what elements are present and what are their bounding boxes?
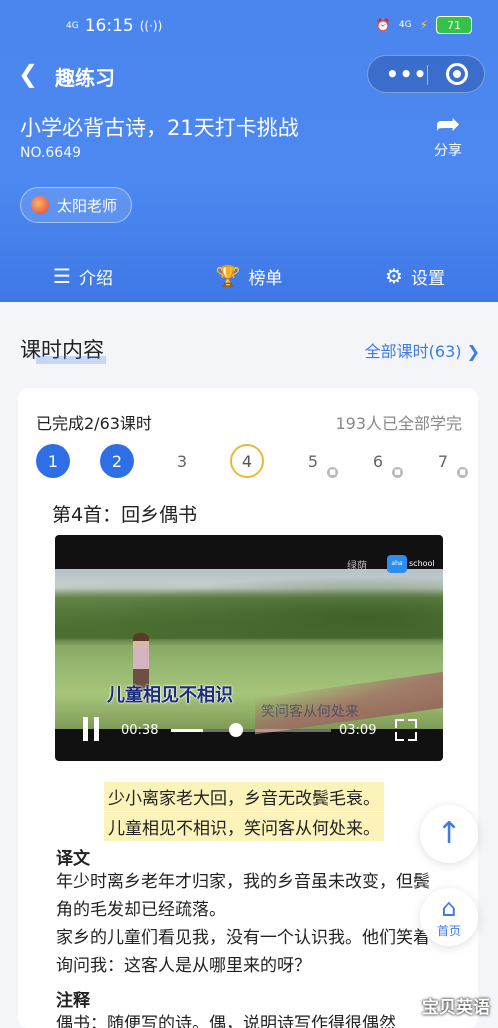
video-player[interactable]: 绿荫 aha school 儿童相见不相识 笑问客从何处来 00:38 03:0… xyxy=(55,535,443,761)
tab-intro[interactable]: ☰ 介绍 xyxy=(0,250,166,302)
avatar xyxy=(31,196,49,214)
lesson-selector: 1 2 3 4 5 ■ 6 ■ 7 ■ xyxy=(18,444,478,480)
lesson-number: 2 xyxy=(111,451,123,471)
lesson-number: 4 xyxy=(241,451,253,471)
battery-icon: 71 xyxy=(436,16,472,34)
network-indicator-right: 4G xyxy=(398,19,412,30)
home-label: 首页 xyxy=(436,924,461,938)
section-header: 课时内容 全部课时(63) ❯ xyxy=(0,330,498,370)
nav-title: 趣练习 xyxy=(55,66,115,90)
lesson-6[interactable]: 6 ■ xyxy=(361,444,403,478)
nav-bar: ❮ 趣练习 ••• xyxy=(0,52,498,98)
progress-text: 已完成2/63课时 xyxy=(36,414,152,433)
back-to-top-button[interactable]: ↑ xyxy=(420,805,478,863)
lesson-number: 5 xyxy=(307,451,319,471)
all-lessons-link[interactable]: 全部课时(63) ❯ xyxy=(365,338,480,362)
lock-icon: ■ xyxy=(457,467,468,478)
video-hills xyxy=(55,569,443,639)
teacher-chip[interactable]: 太阳老师 xyxy=(20,187,133,223)
mini-program-capsule: ••• xyxy=(367,55,485,93)
fullscreen-icon[interactable] xyxy=(395,719,417,741)
course-title: 小学必背古诗，21天打卡挑战 xyxy=(20,116,299,140)
arrow-up-icon: ↑ xyxy=(436,816,462,851)
current-time: 00:38 xyxy=(121,723,159,738)
aha-logo-icon: aha xyxy=(387,555,407,573)
tab-bar: ☰ 介绍 🏆 榜单 ⚙ 设置 xyxy=(0,250,498,302)
lesson-card: 已完成2/63课时 193人已全部学完 1 2 3 4 5 ■ 6 ■ 7 ■ 第4首：回乡偶书 … xyxy=(18,388,478,1028)
gear-icon: ⚙ xyxy=(385,264,403,288)
section-title: 课时内容 xyxy=(20,334,106,364)
video-controls: 00:38 03:09 xyxy=(55,707,443,749)
lesson-number: 1 xyxy=(47,451,59,471)
clock: 16:15 xyxy=(84,16,134,36)
home-button[interactable]: ⌂ 首页 xyxy=(420,888,478,946)
tab-leaderboard[interactable]: 🏆 榜单 xyxy=(166,250,332,302)
lock-icon: ■ xyxy=(327,467,338,478)
lock-icon: ■ xyxy=(392,467,403,478)
capsule-divider xyxy=(427,65,428,85)
lesson-number: 6 xyxy=(372,451,384,471)
translation-paragraph: 家乡的儿童们看见我，没有一个认识我。他们笑着询问我：这客人是从哪里来的呀？ xyxy=(56,928,430,976)
seek-bar-fill xyxy=(171,729,203,732)
translation-heading: 译文 xyxy=(56,849,90,869)
lesson-2[interactable]: 2 xyxy=(100,444,134,478)
close-target-icon[interactable] xyxy=(446,63,468,85)
course-number: NO.6649 xyxy=(20,145,82,161)
poem-line: 少小离家老大回，乡音无改鬓毛衰。 xyxy=(104,782,384,811)
brand-watermark: 宝贝英语 xyxy=(422,998,490,1018)
share-button[interactable]: ➦ 分享 xyxy=(428,110,468,160)
all-lessons-label: 全部课时(63) xyxy=(364,342,462,361)
completed-count: 193人已全部学完 xyxy=(335,414,462,433)
status-bar: 4G 16:15 ((·)) ⏰ 4G ⚡ 71 xyxy=(0,0,498,52)
chevron-right-icon: ❯ xyxy=(466,342,480,361)
seek-handle[interactable] xyxy=(229,723,243,737)
seek-bar[interactable] xyxy=(171,723,331,737)
pause-icon[interactable] xyxy=(81,717,101,741)
logo-text: school xyxy=(409,559,435,568)
more-icon[interactable]: ••• xyxy=(386,62,427,86)
alarm-icon: ⏰ xyxy=(375,18,391,32)
poem-line: 儿童相见不相识，笑问客从何处来。 xyxy=(104,812,384,841)
lesson-7[interactable]: 7 ■ xyxy=(426,444,468,478)
tab-label: 榜单 xyxy=(248,268,283,289)
trophy-icon: 🏆 xyxy=(215,264,241,288)
home-icon: ⌂ xyxy=(441,894,457,922)
back-icon[interactable]: ❮ xyxy=(18,60,38,88)
translation-paragraph: 年少时离乡老年才归家，我的乡音虽未改变，但鬓角的毛发却已经疏落。 xyxy=(56,872,430,920)
duration: 03:09 xyxy=(339,723,377,738)
lesson-3[interactable]: 3 xyxy=(165,444,199,478)
poem-title: 第4首：回乡偶书 xyxy=(52,504,198,526)
lesson-number: 3 xyxy=(176,451,188,471)
nfc-icon: ((·)) xyxy=(139,19,163,33)
video-subtitle: 儿童相见不相识 xyxy=(107,685,233,706)
charging-icon: ⚡ xyxy=(419,18,428,32)
notes-paragraph: 偶书：随便写的诗。偶，说明诗写作得很偶然 xyxy=(56,1014,396,1028)
teacher-name: 太阳老师 xyxy=(57,196,118,215)
video-watermark: 绿荫 xyxy=(347,561,367,572)
notes-heading: 注释 xyxy=(56,991,90,1011)
lesson-5[interactable]: 5 ■ xyxy=(296,444,338,478)
tab-label: 设置 xyxy=(410,268,445,289)
share-icon: ➦ xyxy=(435,107,461,142)
list-icon: ☰ xyxy=(53,264,71,288)
share-label: 分享 xyxy=(434,143,462,159)
tab-settings[interactable]: ⚙ 设置 xyxy=(332,250,498,302)
lesson-1[interactable]: 1 xyxy=(36,444,70,478)
tab-label: 介绍 xyxy=(78,268,113,289)
network-indicator: 4G xyxy=(66,20,79,31)
course-header: 4G 16:15 ((·)) ⏰ 4G ⚡ 71 ❮ 趣练习 ••• 小学必背古… xyxy=(0,0,498,302)
lesson-4[interactable]: 4 xyxy=(230,444,264,478)
lesson-number: 7 xyxy=(437,451,449,471)
